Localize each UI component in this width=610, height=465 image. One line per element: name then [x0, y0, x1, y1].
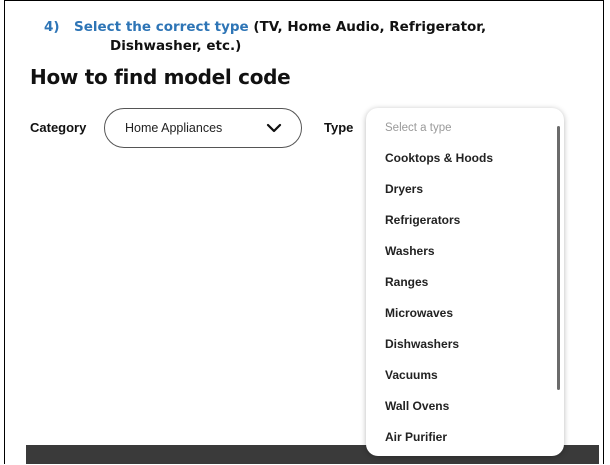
type-option[interactable]: Ranges [385, 272, 493, 303]
type-option[interactable]: Wall Ovens [385, 396, 493, 427]
chevron-down-icon [266, 123, 282, 133]
type-option[interactable]: Refrigerators [385, 210, 493, 241]
step-number: 4) [44, 19, 60, 35]
type-option[interactable]: Dryers [385, 179, 493, 210]
type-option[interactable]: Air Purifier [385, 427, 493, 456]
embedded-screenshot: How to find model code Category Home App… [26, 60, 599, 464]
page-title: How to find model code [30, 65, 291, 89]
category-value: Home Appliances [125, 121, 223, 135]
type-option[interactable]: Washers [385, 241, 493, 272]
type-dropdown[interactable]: Select a type Cooktops & Hoods Dryers Re… [366, 108, 564, 456]
instruction-rest-line1: (TV, Home Audio, Refrigerator, [248, 19, 487, 35]
instruction-highlight: Select the correct type [74, 19, 249, 35]
instruction-rest-line2: Dishwasher, etc.) [110, 38, 242, 54]
type-option[interactable]: Cooktops & Hoods [385, 148, 493, 179]
type-option[interactable]: Microwaves [385, 303, 493, 334]
type-option[interactable]: Vacuums [385, 365, 493, 396]
category-label: Category [30, 120, 87, 135]
type-label: Type [324, 120, 354, 135]
instruction-text: 4) Select the correct type (TV, Home Aud… [44, 18, 554, 56]
dropdown-scrollbar[interactable] [557, 126, 560, 390]
category-select[interactable]: Home Appliances [104, 108, 302, 148]
type-placeholder: Select a type [385, 122, 452, 134]
type-option[interactable]: Dishwashers [385, 334, 493, 365]
type-options-list: Cooktops & Hoods Dryers Refrigerators Wa… [385, 148, 493, 456]
